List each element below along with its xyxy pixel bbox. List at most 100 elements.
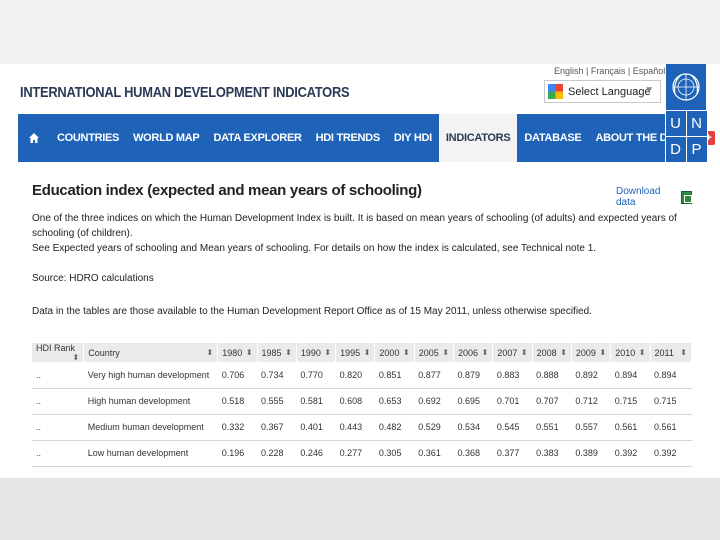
table-cell: 0.653 bbox=[374, 388, 415, 415]
un-globe-icon bbox=[672, 73, 700, 101]
table-cell: 0.401 bbox=[296, 414, 336, 441]
download-data-link[interactable]: Download data bbox=[616, 186, 692, 208]
slide-bottom-band bbox=[0, 478, 720, 540]
sort-icon: ⬍ bbox=[363, 347, 371, 357]
table-cell: 0.715 bbox=[610, 388, 650, 415]
education-index-table: HDI Rank ⬍ Country ⬍ 1980 ⬍ 1985 ⬍ 1990 ⬍ 1995 ⬍ 200… bbox=[32, 343, 692, 467]
table-cell: .. bbox=[32, 388, 84, 415]
table-cell: 0.246 bbox=[296, 440, 336, 467]
table-cell: 0.555 bbox=[257, 388, 297, 415]
table-cell: 0.305 bbox=[374, 440, 415, 467]
column-header[interactable]: 2008 ⬍ bbox=[532, 343, 572, 362]
table-cell: 0.879 bbox=[453, 362, 493, 389]
table-cell: 0.820 bbox=[335, 362, 375, 389]
table-cell: 0.383 bbox=[532, 440, 572, 467]
table-cell: 0.701 bbox=[492, 388, 533, 415]
nav-diy-hdi[interactable]: DIY HDI bbox=[387, 114, 439, 162]
table-cell: 0.518 bbox=[217, 388, 258, 415]
table-cell: 0.545 bbox=[492, 414, 533, 441]
table-cell: Low human development bbox=[83, 440, 218, 467]
table-cell: 0.712 bbox=[571, 388, 611, 415]
table-row: .. High human development 0.518 0.555 0.581 0… bbox=[32, 388, 692, 415]
table-cell: 0.389 bbox=[571, 440, 611, 467]
un-emblem-logo bbox=[666, 64, 706, 110]
table-cell: 0.534 bbox=[453, 414, 493, 441]
sort-icon: ⬍ bbox=[481, 347, 489, 357]
column-header[interactable]: HDI Rank ⬍ bbox=[32, 343, 85, 362]
column-header[interactable]: 1990 ⬍ bbox=[296, 343, 337, 362]
table-cell: 0.551 bbox=[532, 414, 572, 441]
table-cell: 0.361 bbox=[414, 440, 454, 467]
table-row: .. Low human development 0.196 0.228 0.246 0.… bbox=[32, 440, 692, 467]
table-cell: 0.715 bbox=[650, 388, 692, 415]
table-cell: 0.888 bbox=[532, 362, 572, 389]
table-cell: 0.196 bbox=[217, 440, 258, 467]
table-cell: 0.443 bbox=[335, 414, 375, 441]
nav-world-map[interactable]: WORLD MAP bbox=[126, 114, 206, 162]
source-text: Source: HDRO calculations bbox=[32, 273, 154, 284]
language-select-label: Select Language bbox=[568, 85, 651, 98]
column-header[interactable]: 1985 ⬍ bbox=[257, 343, 297, 362]
sort-icon: ⬍ bbox=[599, 347, 607, 357]
nav-countries[interactable]: COUNTRIES bbox=[50, 114, 126, 162]
sort-icon: ⬍ bbox=[285, 347, 292, 357]
nav-data-explorer[interactable]: DATA EXPLORER bbox=[206, 114, 308, 162]
table-row: .. Very high human development 0.706 0.734 0… bbox=[32, 362, 692, 389]
column-header[interactable]: 2005 ⬍ bbox=[414, 343, 455, 362]
table-cell: 0.707 bbox=[532, 388, 572, 415]
indicator-description: One of the three indices on which the Hu… bbox=[32, 213, 677, 254]
lang-francais[interactable]: Français bbox=[591, 66, 626, 76]
table-header-row: HDI Rank ⬍ Country ⬍ 1980 ⬍ 1985 ⬍ 1990 ⬍ 1995 ⬍ 200… bbox=[32, 343, 692, 362]
table-cell: 0.377 bbox=[492, 440, 533, 467]
column-header[interactable]: 2010 ⬍ bbox=[610, 343, 651, 362]
webpage-screenshot: INTERNATIONAL HUMAN DEVELOPMENT INDICATO… bbox=[0, 64, 720, 478]
table-cell: Very high human development bbox=[83, 362, 218, 389]
sort-icon: ⬍ bbox=[638, 347, 646, 357]
google-translate-icon bbox=[548, 84, 563, 99]
table-cell: .. bbox=[32, 440, 84, 467]
sort-icon: ⬍ bbox=[245, 347, 253, 357]
column-header[interactable]: 2007 ⬍ bbox=[492, 343, 533, 362]
table-cell: 0.368 bbox=[453, 440, 493, 467]
table-cell: 0.851 bbox=[374, 362, 415, 389]
language-select[interactable]: Select Language ▼ bbox=[544, 80, 661, 103]
table-cell: 0.894 bbox=[610, 362, 650, 389]
nav-home[interactable] bbox=[18, 114, 50, 162]
table-cell: 0.883 bbox=[492, 362, 533, 389]
table-cell: 0.332 bbox=[217, 414, 258, 441]
indicator-content: Education index (expected and mean years… bbox=[32, 182, 692, 317]
sort-icon: ⬍ bbox=[206, 347, 214, 357]
table-cell: 0.392 bbox=[610, 440, 650, 467]
undp-logo: U N D P bbox=[664, 109, 708, 163]
nav-hdi-trends[interactable]: HDI TRENDS bbox=[309, 114, 387, 162]
column-header[interactable]: 1995 ⬍ bbox=[335, 343, 376, 362]
nav-indicators[interactable]: INDICATORS bbox=[438, 114, 518, 162]
chevron-down-icon: ▼ bbox=[644, 85, 654, 96]
table-cell: 0.706 bbox=[217, 362, 258, 389]
table-cell: 0.581 bbox=[296, 388, 336, 415]
home-icon bbox=[29, 133, 39, 143]
nav-database[interactable]: DATABASE bbox=[517, 114, 588, 162]
page-title: Education index (expected and mean years… bbox=[32, 182, 422, 199]
table-cell: High human development bbox=[83, 388, 218, 415]
table-cell: 0.529 bbox=[414, 414, 454, 441]
table-row: .. Medium human development 0.332 0.367 0.40… bbox=[32, 414, 692, 441]
column-header[interactable]: Country ⬍ bbox=[83, 343, 219, 362]
column-header[interactable]: 2011 ⬍ bbox=[650, 343, 692, 362]
sort-icon: ⬍ bbox=[442, 347, 450, 357]
table-cell: 0.561 bbox=[610, 414, 650, 441]
site-title: INTERNATIONAL HUMAN DEVELOPMENT INDICATO… bbox=[20, 84, 350, 101]
lang-espanol[interactable]: Español bbox=[633, 66, 666, 76]
table-cell: 0.692 bbox=[414, 388, 454, 415]
language-links: English | Français | Español bbox=[554, 66, 666, 76]
sort-icon: ⬍ bbox=[324, 347, 332, 357]
slide-top-band bbox=[0, 0, 720, 64]
lang-english[interactable]: English bbox=[554, 66, 584, 76]
table-cell: 0.557 bbox=[571, 414, 611, 441]
spreadsheet-icon bbox=[680, 190, 692, 204]
column-header[interactable]: 2006 ⬍ bbox=[453, 343, 494, 362]
column-header[interactable]: 2009 ⬍ bbox=[571, 343, 612, 362]
column-header[interactable]: 2000 ⬍ bbox=[374, 343, 415, 362]
column-header[interactable]: 1980 ⬍ bbox=[217, 343, 258, 362]
sort-icon: ⬍ bbox=[560, 347, 567, 357]
